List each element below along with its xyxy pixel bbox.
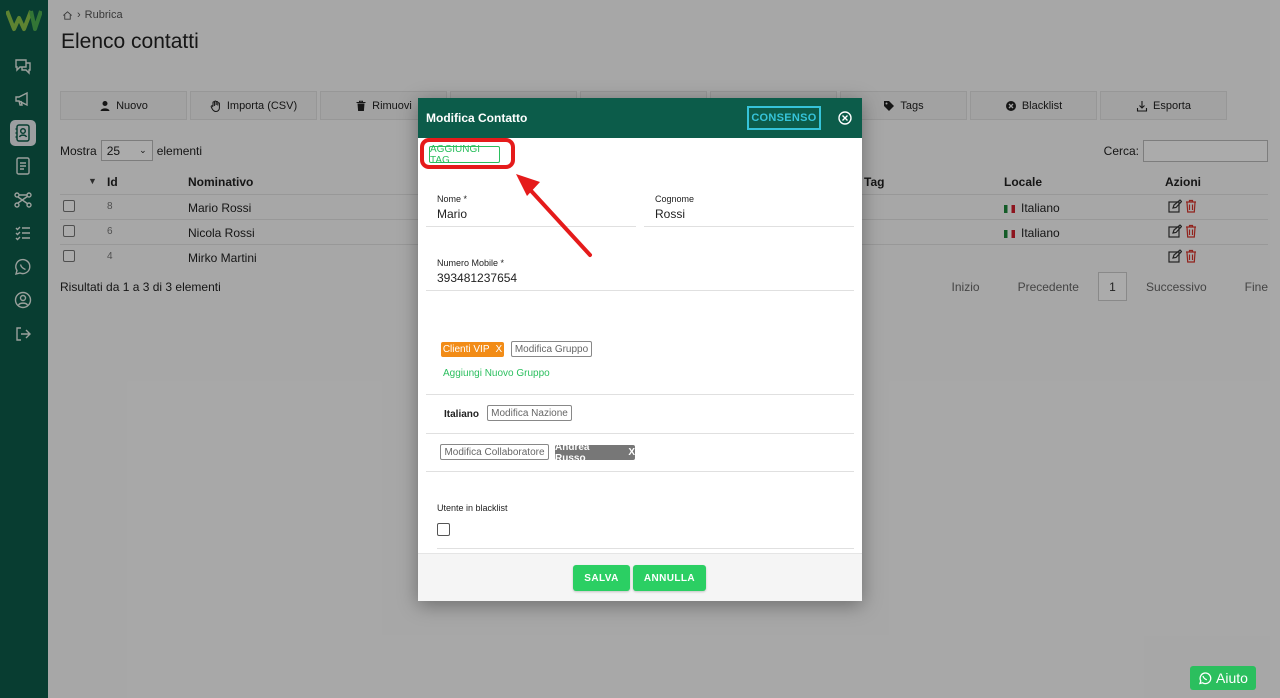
- first-name-label: Nome *: [437, 194, 468, 204]
- whatsapp-icon: [1199, 672, 1212, 685]
- edit-contact-modal: Modifica Contatto CONSENSO AGGIUNGI TAG …: [418, 98, 862, 601]
- blacklist-checkbox[interactable]: [437, 523, 450, 536]
- add-group-link[interactable]: Aggiungi Nuovo Gruppo: [443, 368, 550, 379]
- blacklist-label: Utente in blacklist: [437, 503, 508, 513]
- last-name-input[interactable]: Rossi: [655, 207, 685, 221]
- last-name-label: Cognome: [655, 194, 695, 204]
- group-badge: Clienti VIP X: [441, 342, 504, 357]
- help-button-label: Aiuto: [1216, 670, 1248, 686]
- modal-header: Modifica Contatto CONSENSO: [418, 98, 862, 138]
- collaborator-badge-label: Andrea Russo: [555, 441, 590, 464]
- edit-nation-button[interactable]: Modifica Nazione: [487, 405, 572, 421]
- collaborator-divider: [426, 471, 854, 472]
- remove-collaborator-icon[interactable]: X: [628, 447, 635, 458]
- first-name-input[interactable]: Mario: [437, 207, 467, 221]
- mobile-label: Numero Mobile *: [437, 258, 505, 268]
- mobile-input[interactable]: 393481237654: [437, 271, 517, 285]
- nation-divider: [426, 433, 854, 434]
- highlight-annotation: [420, 138, 515, 169]
- group-badge-label: Clienti VIP: [442, 344, 490, 355]
- consent-button[interactable]: CONSENSO: [747, 106, 821, 130]
- modal-footer: SALVA ANNULLA: [418, 553, 862, 601]
- last-name-underline: [644, 226, 854, 227]
- group-divider: [426, 394, 854, 395]
- remove-group-icon[interactable]: X: [496, 344, 503, 355]
- help-button[interactable]: Aiuto: [1190, 666, 1256, 690]
- edit-group-button[interactable]: Modifica Gruppo: [511, 341, 592, 357]
- mobile-underline: [426, 290, 854, 291]
- cancel-button[interactable]: ANNULLA: [633, 565, 706, 591]
- close-icon[interactable]: [837, 110, 853, 126]
- save-button[interactable]: SALVA: [573, 565, 630, 591]
- edit-collaborator-button[interactable]: Modifica Collaboratore: [440, 444, 549, 460]
- collaborator-badge: Andrea Russo X: [555, 442, 635, 464]
- pointer-arrow-annotation: [516, 174, 592, 257]
- blacklist-divider: [437, 548, 854, 549]
- nation-value: Italiano: [444, 409, 480, 420]
- modal-title: Modifica Contatto: [426, 111, 528, 125]
